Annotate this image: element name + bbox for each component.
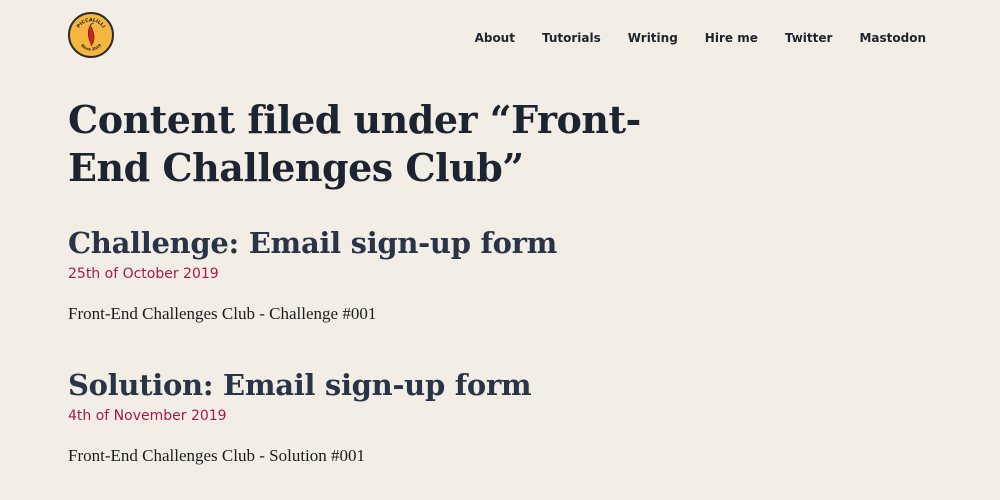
post-summary: Front-End Challenges Club - Solution #00… xyxy=(68,446,366,465)
post-entry: Solution: Email sign-up form 4th of Nove… xyxy=(68,368,532,466)
main-nav: About Tutorials Writing Hire me Twitter … xyxy=(475,31,926,45)
nav-writing[interactable]: Writing xyxy=(628,31,678,45)
nav-mastodon[interactable]: Mastodon xyxy=(859,31,926,45)
nav-about[interactable]: About xyxy=(475,31,515,45)
post-title[interactable]: Solution: Email sign-up form xyxy=(68,368,532,402)
post-date: 25th of October 2019 xyxy=(68,266,219,282)
nav-tutorials[interactable]: Tutorials xyxy=(542,31,601,45)
site-logo[interactable]: PICCALILLI Since 2019 xyxy=(68,12,114,58)
post-date: 4th of November 2019 xyxy=(68,408,227,424)
page-title: Content filed under “Front-End Challenge… xyxy=(68,97,641,190)
chili-pepper-icon: PICCALILLI Since 2019 xyxy=(76,17,107,51)
post-title[interactable]: Challenge: Email sign-up form xyxy=(68,226,557,260)
nav-hire-me[interactable]: Hire me xyxy=(705,31,758,45)
nav-twitter[interactable]: Twitter xyxy=(785,31,833,45)
post-summary: Front-End Challenges Club - Challenge #0… xyxy=(68,304,377,323)
post-entry: Challenge: Email sign-up form 25th of Oc… xyxy=(68,226,557,324)
